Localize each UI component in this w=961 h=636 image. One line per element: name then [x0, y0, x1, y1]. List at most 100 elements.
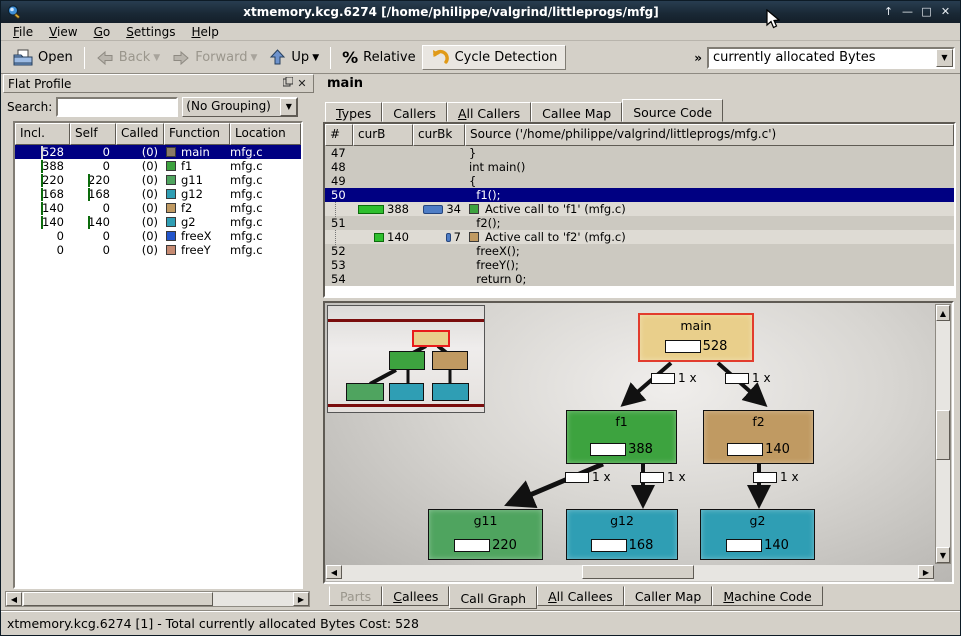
up-dropdown-caret[interactable]: ▼: [312, 53, 319, 63]
search-row: Search: (No Grouping) ▼: [3, 95, 314, 119]
open-button[interactable]: Open: [7, 46, 79, 69]
menu-help[interactable]: Help: [183, 24, 226, 40]
source-line[interactable]: 49{: [325, 174, 954, 188]
menu-settings[interactable]: Settings: [118, 24, 183, 40]
graph-hscrollbar[interactable]: ◀ ▶: [326, 565, 934, 581]
col-self[interactable]: Self: [70, 123, 116, 145]
minimize-button[interactable]: —: [899, 4, 916, 20]
source-line[interactable]: 51 f2();: [325, 216, 954, 230]
up-button[interactable]: Up▼: [263, 46, 325, 69]
scroll-up-icon[interactable]: ▲: [936, 305, 950, 321]
tab-all-callees[interactable]: All Callees: [537, 586, 624, 606]
title-bar[interactable]: xtmemory.kcg.6274 [/home/philippe/valgri…: [1, 1, 960, 23]
table-row[interactable]: 140 0 (0) f2 mfg.c: [15, 201, 301, 215]
tab-types[interactable]: Types: [325, 102, 382, 122]
source-line-selected[interactable]: 50 f1();: [325, 188, 954, 202]
graph-node-g11[interactable]: g11 220: [428, 509, 543, 560]
cost-bar: [665, 340, 701, 353]
event-type-combobox[interactable]: currently allocated Bytes ▼: [707, 47, 955, 69]
source-line[interactable]: 54 return 0;: [325, 272, 954, 286]
call-graph-canvas[interactable]: main 528 f1 388 f2 140 g11 220 g12 168 g…: [323, 301, 954, 584]
relative-button[interactable]: % Relative: [336, 45, 421, 70]
forward-button[interactable]: Forward▼: [166, 47, 263, 69]
graph-node-f2[interactable]: f2 140: [703, 410, 814, 464]
tree-branch-icon: [335, 202, 336, 217]
scroll-left-icon[interactable]: ◀: [6, 592, 22, 606]
scroll-left-icon[interactable]: ◀: [326, 565, 342, 579]
col-location[interactable]: Location: [230, 123, 301, 145]
col-function[interactable]: Function: [164, 123, 230, 145]
graph-minimap[interactable]: [327, 305, 485, 413]
incl-bar: [41, 160, 43, 173]
shade-button[interactable]: ↑: [880, 4, 897, 20]
source-call-line[interactable]: 388 34 Active call to 'f1' (mfg.c): [325, 202, 954, 216]
graph-vscrollbar[interactable]: ▲ ▼: [935, 304, 951, 564]
app-icon: [6, 4, 22, 20]
tab-source-code[interactable]: Source Code: [622, 99, 723, 122]
scroll-thumb[interactable]: [582, 565, 694, 579]
minimap-node-g11: [346, 383, 384, 401]
source-line[interactable]: 53 freeY();: [325, 258, 954, 272]
tree-branch-icon: [335, 230, 336, 245]
flat-profile-hscrollbar[interactable]: ◀ ▶: [5, 591, 310, 607]
tab-callers[interactable]: Callers: [382, 102, 447, 122]
table-row[interactable]: 528 0 (0) main mfg.c: [15, 145, 301, 159]
panel-splitter[interactable]: [314, 74, 321, 611]
table-row[interactable]: 168 168 (0) g12 mfg.c: [15, 187, 301, 201]
close-button[interactable]: ✕: [937, 4, 954, 20]
col-incl[interactable]: Incl.: [15, 123, 70, 145]
table-row[interactable]: 388 0 (0) f1 mfg.c: [15, 159, 301, 173]
tab-caller-map[interactable]: Caller Map: [624, 586, 713, 606]
edge-label: 1 x: [753, 470, 799, 484]
combobox-dropdown-icon[interactable]: ▼: [936, 49, 953, 67]
source-line[interactable]: 48int main(): [325, 160, 954, 174]
table-row[interactable]: 0 0 (0) freeY mfg.c: [15, 243, 301, 257]
col-source[interactable]: Source ('/home/philippe/valgrind/littlep…: [465, 124, 954, 146]
source-line[interactable]: 47}: [325, 146, 954, 160]
scroll-thumb[interactable]: [23, 592, 213, 606]
col-line-number[interactable]: #: [325, 124, 353, 146]
dock-close-icon[interactable]: ✕: [295, 77, 309, 90]
flat-profile-table: Incl. Self Called Function Location 528 …: [13, 121, 303, 589]
cycle-detection-button[interactable]: Cycle Detection: [422, 45, 567, 70]
grouping-combobox[interactable]: (No Grouping) ▼: [182, 97, 298, 117]
function-color-icon: [166, 203, 176, 213]
scroll-right-icon[interactable]: ▶: [293, 592, 309, 606]
scroll-right-icon[interactable]: ▶: [918, 565, 934, 579]
search-input[interactable]: [56, 97, 178, 117]
cost-bar: [591, 539, 627, 552]
forward-dropdown-caret[interactable]: ▼: [251, 53, 258, 63]
col-curB[interactable]: curB: [353, 124, 413, 146]
menu-view[interactable]: View: [41, 24, 85, 40]
source-call-line[interactable]: 140 7 Active call to 'f2' (mfg.c): [325, 230, 954, 244]
tab-callee-map[interactable]: Callee Map: [531, 102, 622, 122]
table-row[interactable]: 220 220 (0) g11 mfg.c: [15, 173, 301, 187]
table-row[interactable]: 0 0 (0) freeX mfg.c: [15, 229, 301, 243]
back-dropdown-caret[interactable]: ▼: [153, 53, 160, 63]
minimap-node-main: [412, 330, 450, 347]
scroll-down-icon[interactable]: ▼: [936, 547, 950, 563]
graph-node-g12[interactable]: g12 168: [566, 509, 678, 560]
back-button[interactable]: Back▼: [90, 47, 166, 69]
incl-bar: [41, 188, 43, 201]
col-called[interactable]: Called: [116, 123, 164, 145]
dock-title-bar[interactable]: Flat Profile ✕: [3, 74, 314, 93]
edge-label: 1 x: [651, 371, 697, 385]
graph-node-g2[interactable]: g2 140: [700, 509, 815, 560]
menu-file[interactable]: File: [5, 24, 41, 40]
graph-node-f1[interactable]: f1 388: [566, 410, 677, 464]
toolbar-overflow-chevron[interactable]: »: [689, 51, 707, 65]
table-row[interactable]: 140 140 (0) g2 mfg.c: [15, 215, 301, 229]
col-curBk[interactable]: curBk: [413, 124, 465, 146]
menu-go[interactable]: Go: [86, 24, 119, 40]
tab-machine-code[interactable]: Machine Code: [712, 586, 822, 606]
graph-node-main[interactable]: main 528: [638, 313, 754, 362]
source-line[interactable]: 52 freeX();: [325, 244, 954, 258]
dock-float-icon[interactable]: [281, 77, 295, 90]
maximize-button[interactable]: □: [918, 4, 935, 20]
tab-callees[interactable]: Callees: [382, 586, 449, 606]
tab-all-callers[interactable]: All Callers: [447, 102, 531, 122]
tab-call-graph[interactable]: Call Graph: [449, 586, 537, 609]
grouping-dropdown-icon[interactable]: ▼: [280, 98, 297, 116]
scroll-thumb[interactable]: [936, 410, 950, 460]
